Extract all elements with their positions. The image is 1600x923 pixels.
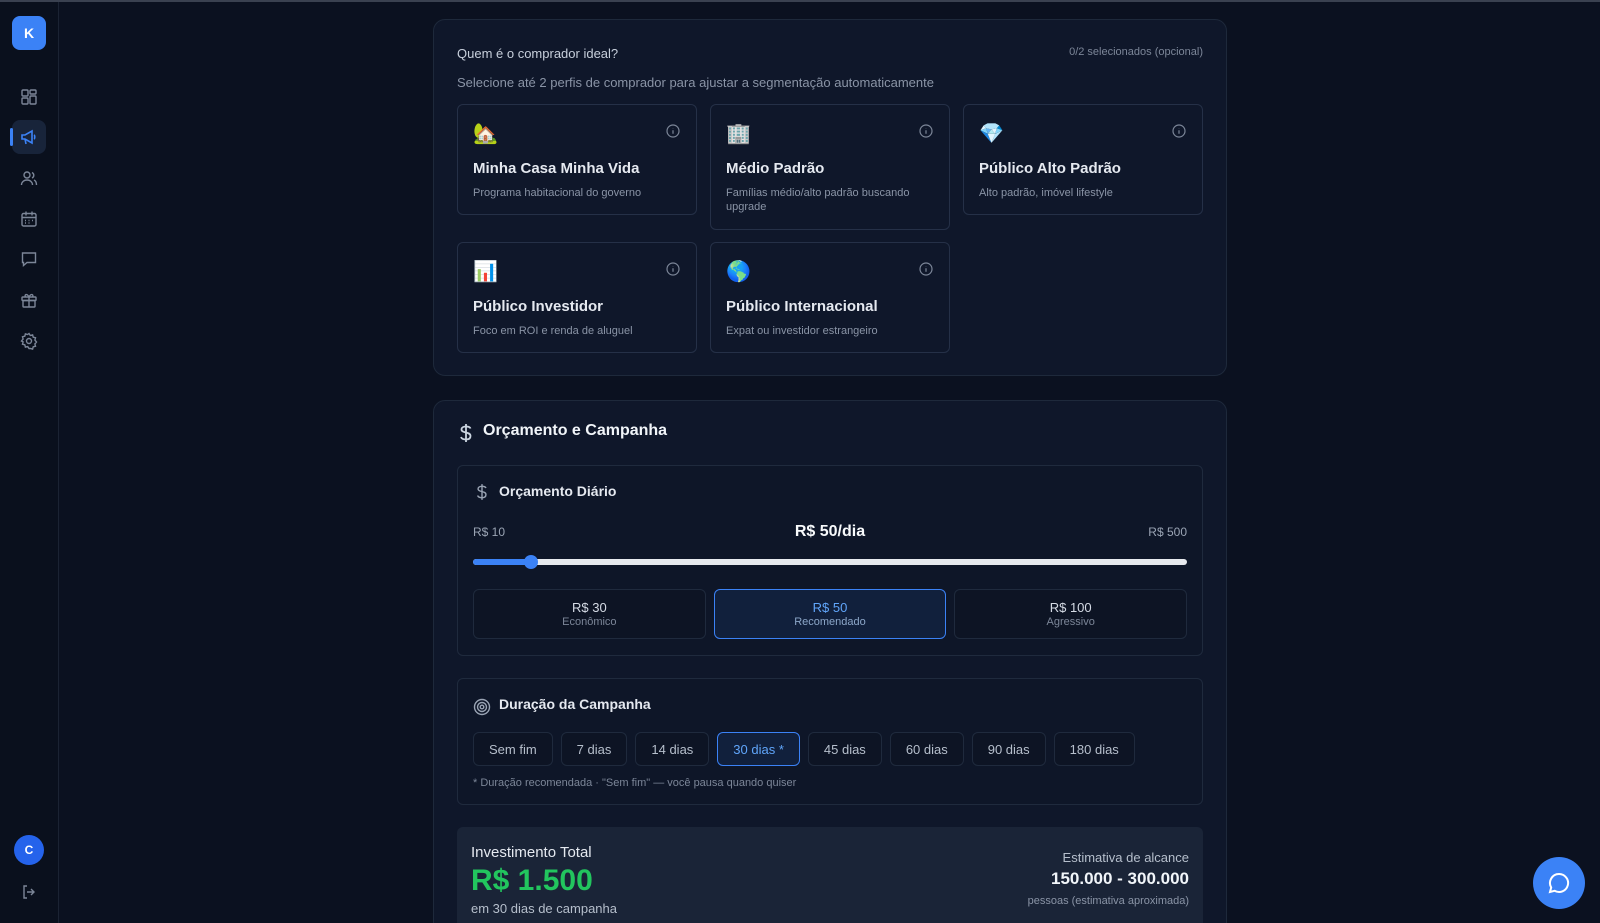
buyer-subtitle: Selecione até 2 perfis de comprador para… bbox=[457, 75, 934, 90]
total-investment-sub: em 30 dias de campanha bbox=[471, 901, 617, 916]
slider-fill bbox=[473, 559, 532, 565]
gift-icon[interactable] bbox=[12, 283, 46, 317]
preset-label: Recomendado bbox=[794, 616, 866, 628]
preset-value: R$ 50 bbox=[812, 600, 848, 615]
window-top-border bbox=[0, 0, 1600, 2]
preset-agressivo-button[interactable]: R$ 100 Agressivo bbox=[954, 589, 1188, 639]
duration-option-30-dias[interactable]: 30 dias * bbox=[717, 732, 800, 766]
budget-presets: R$ 30 Econômico R$ 50 Recomendado R$ 100… bbox=[473, 589, 1188, 639]
profile-name: Médio Padrão bbox=[726, 160, 825, 177]
info-icon[interactable] bbox=[1172, 124, 1186, 138]
globe-emoji-icon: 🌎 bbox=[726, 261, 751, 283]
dollar-icon bbox=[460, 424, 472, 442]
duration-option-14-dias[interactable]: 14 dias bbox=[635, 732, 710, 766]
buyer-title: Quem é o comprador ideal? bbox=[457, 46, 619, 61]
profile-description: Alto padrão, imóvel lifestyle bbox=[979, 187, 1113, 199]
daily-budget-slider[interactable] bbox=[473, 555, 1187, 569]
profile-description: Programa habitacional do governo bbox=[473, 187, 642, 199]
info-icon[interactable] bbox=[919, 262, 933, 276]
slider-max-label: R$ 500 bbox=[1148, 525, 1187, 539]
profile-card-investidor[interactable]: 📊 Público Investidor Foco em ROI e renda… bbox=[457, 242, 697, 353]
profile-description: Expat ou investidor estrangeiro bbox=[726, 325, 878, 337]
selection-count: 0/2 selecionados (opcional) bbox=[1069, 46, 1203, 58]
preset-value: R$ 30 bbox=[571, 600, 607, 615]
profile-description: Foco em ROI e renda de aluguel bbox=[473, 325, 633, 337]
gear-icon[interactable] bbox=[12, 324, 46, 358]
gem-emoji-icon: 💎 bbox=[979, 123, 1004, 145]
profile-name: Público Internacional bbox=[726, 298, 878, 315]
profile-description: Famílias médio/alto padrão buscando upgr… bbox=[726, 187, 910, 213]
duration-option-45-dias[interactable]: 45 dias bbox=[807, 732, 882, 766]
preset-value: R$ 100 bbox=[1049, 600, 1092, 615]
duration-title: Duração da Campanha bbox=[499, 696, 651, 712]
users-icon[interactable] bbox=[12, 161, 46, 195]
chat-support-button[interactable] bbox=[1533, 857, 1585, 909]
profile-name: Minha Casa Minha Vida bbox=[473, 160, 640, 177]
info-icon[interactable] bbox=[666, 262, 680, 276]
duration-option-90-dias[interactable]: 90 dias bbox=[971, 732, 1046, 766]
dollar-icon bbox=[476, 484, 487, 500]
reach-estimate-label: Estimativa de alcance bbox=[1062, 850, 1189, 865]
logout-icon[interactable] bbox=[18, 881, 40, 903]
profile-card-alto-padrao[interactable]: 💎 Público Alto Padrão Alto padrão, imóve… bbox=[963, 104, 1203, 215]
preset-label: Agressivo bbox=[1046, 616, 1095, 628]
budget-section-title: Orçamento e Campanha bbox=[483, 422, 668, 439]
preset-recomendado-button[interactable]: R$ 50 Recomendado bbox=[713, 589, 947, 639]
slider-thumb[interactable] bbox=[524, 555, 539, 569]
reach-estimate-sub: pessoas (estimativa aproximada) bbox=[1027, 895, 1189, 907]
user-avatar[interactable]: C bbox=[14, 835, 44, 865]
daily-budget-panel: Orçamento Diário R$ 10 R$ 50/dia R$ 500 … bbox=[457, 465, 1203, 656]
chat-bubble-icon bbox=[1548, 872, 1570, 894]
profile-name: Público Alto Padrão bbox=[979, 160, 1121, 177]
slider-current-value: R$ 50/dia bbox=[794, 523, 866, 540]
target-icon bbox=[473, 698, 491, 716]
investment-summary: Investimento Total R$ 1.500 em 30 dias d… bbox=[457, 827, 1203, 923]
duration-options: Sem fim 7 dias 14 dias 30 dias * 45 dias… bbox=[473, 732, 1135, 766]
dashboard-grid-icon[interactable] bbox=[12, 80, 46, 114]
profile-name: Público Investidor bbox=[473, 298, 604, 315]
duration-option-sem-fim[interactable]: Sem fim bbox=[473, 732, 553, 766]
preset-label: Econômico bbox=[562, 616, 617, 628]
duration-note: * Duração recomendada · "Sem fim" — você… bbox=[473, 777, 797, 789]
campaign-duration-panel: Duração da Campanha Sem fim 7 dias 14 di… bbox=[457, 678, 1203, 805]
calendar-icon[interactable] bbox=[12, 202, 46, 236]
profile-card-medio-padrao[interactable]: 🏢 Médio Padrão Famílias médio/alto padrã… bbox=[710, 104, 950, 230]
duration-option-60-dias[interactable]: 60 dias bbox=[889, 732, 964, 766]
house-emoji-icon: 🏡 bbox=[473, 123, 498, 145]
preset-economico-button[interactable]: R$ 30 Econômico bbox=[473, 589, 706, 639]
megaphone-icon[interactable] bbox=[10, 120, 46, 154]
profile-card-mcmv[interactable]: 🏡 Minha Casa Minha Vida Programa habitac… bbox=[457, 104, 697, 215]
daily-budget-title: Orçamento Diário bbox=[499, 483, 617, 499]
chat-icon[interactable] bbox=[12, 242, 46, 276]
sidebar: K C bbox=[0, 2, 59, 923]
info-icon[interactable] bbox=[919, 124, 933, 138]
duration-option-7-dias[interactable]: 7 dias bbox=[560, 732, 628, 766]
reach-estimate-value: 150.000 - 300.000 bbox=[1050, 869, 1189, 888]
buyer-profile-card: Quem é o comprador ideal? 0/2 selecionad… bbox=[433, 19, 1227, 376]
office-building-emoji-icon: 🏢 bbox=[726, 123, 751, 145]
total-investment-label: Investimento Total bbox=[471, 844, 592, 861]
budget-campaign-card: Orçamento e Campanha Orçamento Diário R$… bbox=[433, 400, 1227, 923]
info-icon[interactable] bbox=[666, 124, 680, 138]
total-investment-value: R$ 1.500 bbox=[471, 864, 593, 897]
profile-card-internacional[interactable]: 🌎 Público Internacional Expat ou investi… bbox=[710, 242, 950, 353]
brand-logo[interactable]: K bbox=[12, 16, 46, 50]
bar-chart-emoji-icon: 📊 bbox=[473, 261, 498, 283]
duration-option-180-dias[interactable]: 180 dias bbox=[1053, 732, 1135, 766]
